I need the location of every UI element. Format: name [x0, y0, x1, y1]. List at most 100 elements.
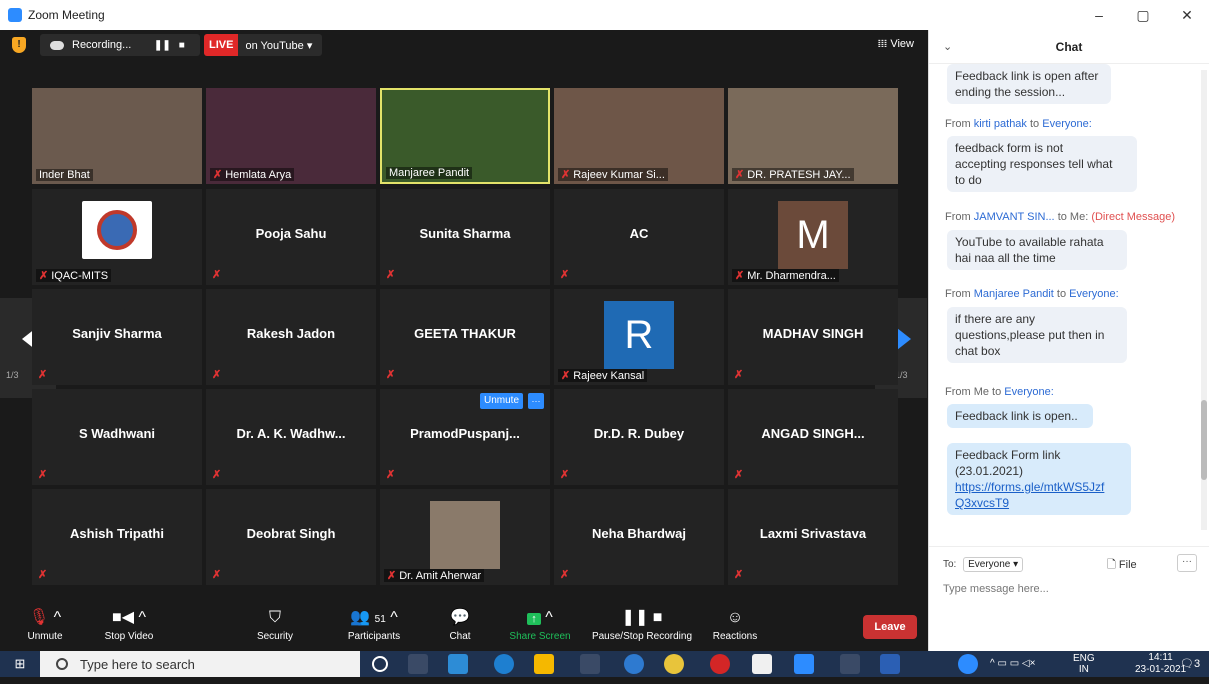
chat-header: ⌄ Chat: [929, 30, 1209, 64]
sender-name[interactable]: JAMVANT SIN...: [974, 211, 1055, 223]
sender-name[interactable]: Manjaree Pandit: [974, 288, 1054, 300]
notepad-icon[interactable]: [752, 654, 772, 674]
participant-tile[interactable]: ✗ Dr. Amit Aherwar: [380, 489, 550, 585]
cloud-icon: [50, 40, 64, 50]
mail-icon[interactable]: [448, 654, 468, 674]
message-input[interactable]: Type message here...: [943, 583, 1049, 595]
system-tray-icons[interactable]: ^ ▭ ▭ ◁×: [990, 658, 1035, 684]
settings-gear-icon[interactable]: [840, 654, 860, 674]
word-icon[interactable]: [880, 654, 900, 674]
participant-tile[interactable]: ✗ IQAC-MITS: [32, 189, 202, 285]
feedback-form-link[interactable]: https://forms.gle/mtkWS5Jzf: [955, 480, 1104, 494]
to-label: To:: [943, 559, 957, 570]
participant-tile[interactable]: ✗ Rajeev Kumar Si...: [554, 88, 724, 184]
chrome-icon[interactable]: [664, 654, 684, 674]
region-code: IN: [1078, 664, 1089, 675]
participants-button[interactable]: 👥 51 ^ Participants: [336, 603, 412, 651]
participant-tile[interactable]: Deobrat Singh ✗: [206, 489, 376, 585]
participant-tile[interactable]: Dr. A. K. Wadhw... ✗: [206, 389, 376, 485]
participant-tile[interactable]: GEETA THAKUR ✗: [380, 289, 550, 385]
participant-name-label: ✗ Dr. Amit Aherwar: [384, 569, 485, 582]
pause-stop-recording-button[interactable]: ❚❚ ■ Pause/Stop Recording: [586, 603, 698, 651]
recipient-dropdown[interactable]: Everyone ▾: [963, 557, 1024, 572]
participant-tile[interactable]: Sanjiv Sharma ✗: [32, 289, 202, 385]
participant-name-label: ✗ Hemlata Arya: [210, 168, 295, 181]
opera-icon[interactable]: [710, 654, 730, 674]
cortana-icon[interactable]: [372, 656, 388, 672]
view-button[interactable]: 𝍖 View: [877, 37, 914, 50]
participant-tile[interactable]: PramodPuspanj... ✗ Unmute ···: [380, 389, 550, 485]
clock[interactable]: 14:11 23-01-2021: [1135, 652, 1186, 676]
participant-tile[interactable]: Neha Bhardwaj ✗: [554, 489, 724, 585]
participant-tile[interactable]: Sunita Sharma ✗: [380, 189, 550, 285]
security-button[interactable]: ⛉ Security: [250, 603, 300, 651]
share-screen-button[interactable]: ↑ ^ Share Screen: [502, 603, 578, 651]
task-view-icon[interactable]: [408, 654, 428, 674]
taskbar-search[interactable]: Type here to search: [40, 651, 360, 677]
participant-tile[interactable]: S Wadhwani ✗: [32, 389, 202, 485]
tile-more-button[interactable]: ···: [528, 393, 544, 409]
file-button[interactable]: 🗋 File: [1107, 556, 1137, 575]
windows-start-icon[interactable]: ⊞: [0, 651, 40, 677]
sender-name[interactable]: kirti pathak: [974, 118, 1027, 130]
participant-name: Inder Bhat: [39, 169, 90, 181]
app-icon[interactable]: [624, 654, 644, 674]
file-explorer-icon[interactable]: [534, 654, 554, 674]
clock-time: 14:11: [1148, 652, 1173, 663]
minimize-button[interactable]: –: [1077, 0, 1121, 30]
chat-scrollbar[interactable]: [1201, 70, 1207, 530]
language-indicator[interactable]: ENG IN: [1073, 653, 1095, 679]
participant-name: Hemlata Arya: [225, 169, 292, 181]
encryption-shield-icon[interactable]: !: [12, 37, 26, 53]
stop-video-button[interactable]: ■◀ ^ Stop Video: [94, 603, 164, 651]
participant-tile[interactable]: Laxmi Srivastava ✗: [728, 489, 898, 585]
participant-tile[interactable]: ANGAD SINGH... ✗: [728, 389, 898, 485]
participant-tile[interactable]: Pooja Sahu ✗: [206, 189, 376, 285]
participant-tile[interactable]: Rakesh Jadon ✗: [206, 289, 376, 385]
stream-target-dropdown[interactable]: on YouTube ▾: [245, 39, 312, 52]
participant-tile[interactable]: Ashish Tripathi ✗: [32, 489, 202, 585]
maximize-button[interactable]: ▢: [1121, 0, 1165, 30]
close-button[interactable]: ✕: [1165, 0, 1209, 30]
meeting-toolbar: 🎙 ^ Unmute ■◀ ^ Stop Video ⛉ Security 👥 …: [0, 603, 928, 651]
stop-recording-button[interactable]: ■: [179, 40, 185, 51]
participant-tile[interactable]: Dr.D. R. Dubey ✗: [554, 389, 724, 485]
unmute-button[interactable]: 🎙 ^ Unmute: [18, 603, 72, 651]
help-icon[interactable]: [958, 654, 978, 674]
message-line: ending the session...: [955, 85, 1066, 99]
participant-tile[interactable]: ✗ Hemlata Arya: [206, 88, 376, 184]
edge-icon[interactable]: [494, 654, 514, 674]
participant-name: GEETA THAKUR: [414, 326, 516, 341]
participant-tile[interactable]: MADHAV SINGH ✗: [728, 289, 898, 385]
chat-title: Chat: [1055, 40, 1083, 54]
participant-tile[interactable]: R ✗ Rajeev Kansal: [554, 289, 724, 385]
to-prefix: to Me:: [1057, 211, 1089, 223]
tile-unmute-button[interactable]: Unmute: [480, 393, 524, 409]
store-icon[interactable]: [580, 654, 600, 674]
participant-name: DR. PRATESH JAY...: [747, 169, 851, 181]
participant-tile[interactable]: Manjaree Pandit: [380, 88, 550, 184]
participant-tile[interactable]: M ✗ Mr. Dharmendra...: [728, 189, 898, 285]
leave-button[interactable]: Leave: [863, 615, 917, 639]
feedback-form-link-cont[interactable]: Q3xvcsT9: [955, 496, 1009, 510]
more-options-button[interactable]: ···: [1177, 554, 1197, 572]
participant-name-label: Manjaree Pandit: [386, 167, 473, 179]
zoom-taskbar-icon[interactable]: [794, 654, 814, 674]
participants-count: 51: [374, 614, 386, 625]
participant-tile[interactable]: Inder Bhat: [32, 88, 202, 184]
participant-tile[interactable]: ✗ DR. PRATESH JAY...: [728, 88, 898, 184]
pause-recording-button[interactable]: ❚❚: [154, 40, 171, 51]
muted-mic-icon: ✗: [212, 369, 222, 381]
participant-name: Rajeev Kansal: [573, 370, 645, 382]
notification-icon[interactable]: 🗨3: [1180, 657, 1200, 683]
live-stream-indicator[interactable]: LIVE on YouTube ▾: [204, 34, 322, 56]
message-line: Feedback link is open..: [955, 409, 1078, 423]
reactions-button[interactable]: ☺ Reactions: [708, 603, 762, 651]
muted-mic-icon: ✗: [38, 569, 48, 581]
chat-button[interactable]: 💬 Chat: [440, 603, 480, 651]
live-badge: LIVE: [204, 34, 239, 56]
muted-mic-icon: ✗: [734, 569, 744, 581]
participant-tile[interactable]: AC ✗: [554, 189, 724, 285]
scroll-thumb[interactable]: [1201, 400, 1207, 480]
muted-mic-icon: ✗: [735, 169, 745, 181]
